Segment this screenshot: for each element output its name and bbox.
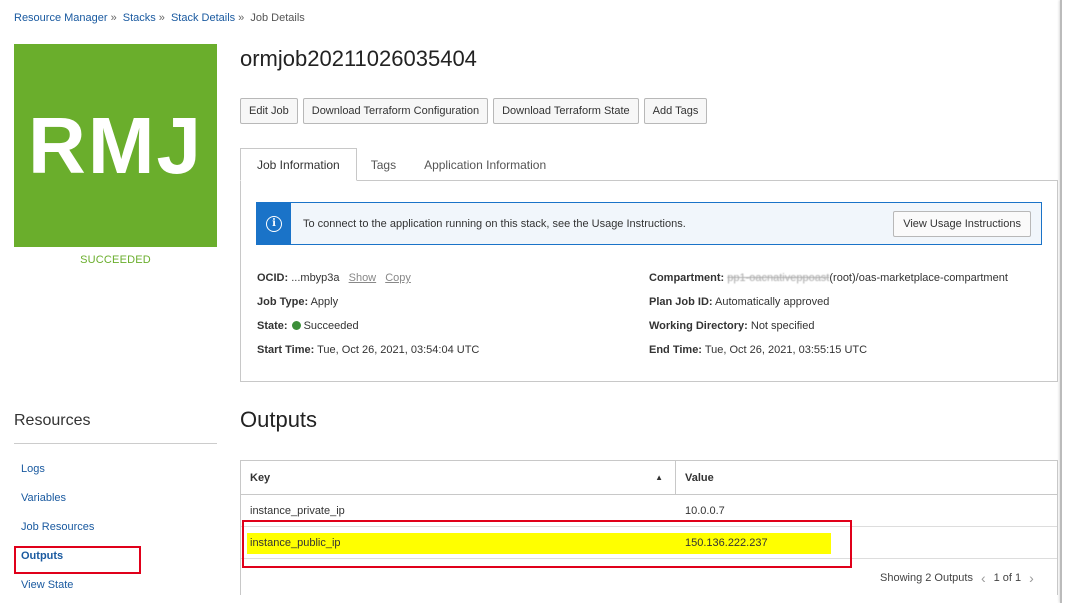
info-icon: i <box>266 215 282 232</box>
job-icon-tile: RMJ <box>14 44 217 247</box>
state-value: Succeeded <box>303 320 359 332</box>
breadcrumb-job-details: Job Details <box>250 12 305 24</box>
resources-item-view-state[interactable]: View State <box>14 571 217 600</box>
end-time-value: Tue, Oct 26, 2021, 03:55:15 UTC <box>704 344 868 356</box>
ocid-copy-link[interactable]: Copy <box>385 272 411 284</box>
info-banner-stripe: i <box>257 203 291 244</box>
action-toolbar: Edit Job Download Terraform Configuratio… <box>240 98 708 124</box>
compartment-field: Compartment: pp1-oacnativeppoast(root)/o… <box>649 272 1008 284</box>
output-key: instance_private_ip <box>250 504 345 517</box>
info-banner-text: To connect to the application running on… <box>303 217 686 230</box>
working-directory-field: Working Directory: Not specified <box>649 320 814 332</box>
annotation-highlight-outputs-nav <box>14 546 141 574</box>
compartment-redacted: pp1-oacnativeppoast <box>727 272 830 284</box>
add-tags-button[interactable]: Add Tags <box>643 98 708 124</box>
page-title: ormjob20211026035404 <box>240 46 477 71</box>
view-usage-instructions-button[interactable]: View Usage Instructions <box>893 210 1031 237</box>
next-page-icon[interactable]: › <box>1029 570 1034 586</box>
download-terraform-state-button[interactable]: Download Terraform State <box>493 98 639 124</box>
output-value: 150.136.222.237 <box>685 536 768 549</box>
breadcrumb-separator: » <box>158 12 165 24</box>
plan-job-id-label: Plan Job ID: <box>649 296 713 308</box>
breadcrumb: Resource Manager» Stacks» Stack Details»… <box>14 12 305 24</box>
tab-job-information[interactable]: Job Information <box>240 148 357 181</box>
job-status-label: SUCCEEDED <box>80 254 151 266</box>
state-success-dot-icon <box>291 321 301 330</box>
outputs-table-header: Key ▲ Value <box>241 461 1057 495</box>
tab-tags[interactable]: Tags <box>357 148 410 181</box>
ocid-field: OCID: ...mbyp3a Show Copy <box>257 272 411 284</box>
download-terraform-configuration-button[interactable]: Download Terraform Configuration <box>302 98 489 124</box>
working-directory-label: Working Directory: <box>649 320 748 332</box>
breadcrumb-separator: » <box>110 12 117 24</box>
compartment-value: (root)/oas-marketplace-compartment <box>829 272 1008 284</box>
resources-item-variables[interactable]: Variables <box>14 484 217 513</box>
start-time-label: Start Time: <box>257 344 315 356</box>
page-indicator: 1 of 1 <box>993 572 1022 584</box>
previous-page-icon[interactable]: ‹ <box>981 570 986 586</box>
ocid-label: OCID: <box>257 272 289 284</box>
resources-item-logs[interactable]: Logs <box>14 455 217 484</box>
job-type-value: Apply <box>310 296 339 308</box>
job-initials: RMJ <box>28 100 203 190</box>
output-key: instance_public_ip <box>250 536 341 549</box>
end-time-label: End Time: <box>649 344 702 356</box>
tab-application-information[interactable]: Application Information <box>410 148 560 181</box>
end-time-field: End Time: Tue, Oct 26, 2021, 03:55:15 UT… <box>649 344 867 356</box>
breadcrumb-separator: » <box>238 12 245 24</box>
ocid-show-link[interactable]: Show <box>349 272 377 284</box>
state-field: State: Succeeded <box>257 320 359 332</box>
start-time-value: Tue, Oct 26, 2021, 03:54:04 UTC <box>317 344 480 356</box>
outputs-heading: Outputs <box>240 407 318 432</box>
resources-heading: Resources <box>14 412 91 429</box>
sort-ascending-icon[interactable]: ▲ <box>655 473 663 482</box>
column-header-key[interactable]: Key ▲ <box>241 461 676 494</box>
start-time-field: Start Time: Tue, Oct 26, 2021, 03:54:04 … <box>257 344 479 356</box>
resources-divider <box>14 443 217 444</box>
plan-job-id-field: Plan Job ID: Automatically approved <box>649 296 829 308</box>
breadcrumb-resource-manager[interactable]: Resource Manager <box>14 12 108 24</box>
plan-job-id-value: Automatically approved <box>715 296 830 308</box>
usage-info-banner: i To connect to the application running … <box>256 202 1042 245</box>
resources-item-job-resources[interactable]: Job Resources <box>14 513 217 542</box>
detail-tabs: Job Information Tags Application Informa… <box>240 148 560 181</box>
column-header-value: Value <box>685 471 714 484</box>
output-value: 10.0.0.7 <box>685 504 725 517</box>
job-type-field: Job Type: Apply <box>257 296 338 308</box>
state-label: State: <box>257 320 288 332</box>
window-edge <box>1060 0 1074 603</box>
table-pagination: Showing 2 Outputs ‹ 1 of 1 › <box>880 570 1034 586</box>
working-directory-value: Not specified <box>750 320 815 332</box>
compartment-label: Compartment: <box>649 272 725 284</box>
breadcrumb-stack-details[interactable]: Stack Details <box>171 12 235 24</box>
ocid-value: ...mbyp3a <box>291 272 340 284</box>
outputs-count: Showing 2 Outputs <box>880 572 973 584</box>
job-type-label: Job Type: <box>257 296 309 308</box>
resources-nav: Logs Variables Job Resources Outputs Vie… <box>14 455 217 600</box>
edit-job-button[interactable]: Edit Job <box>240 98 298 124</box>
column-header-key-label: Key <box>250 471 271 484</box>
breadcrumb-stacks[interactable]: Stacks <box>123 12 156 24</box>
